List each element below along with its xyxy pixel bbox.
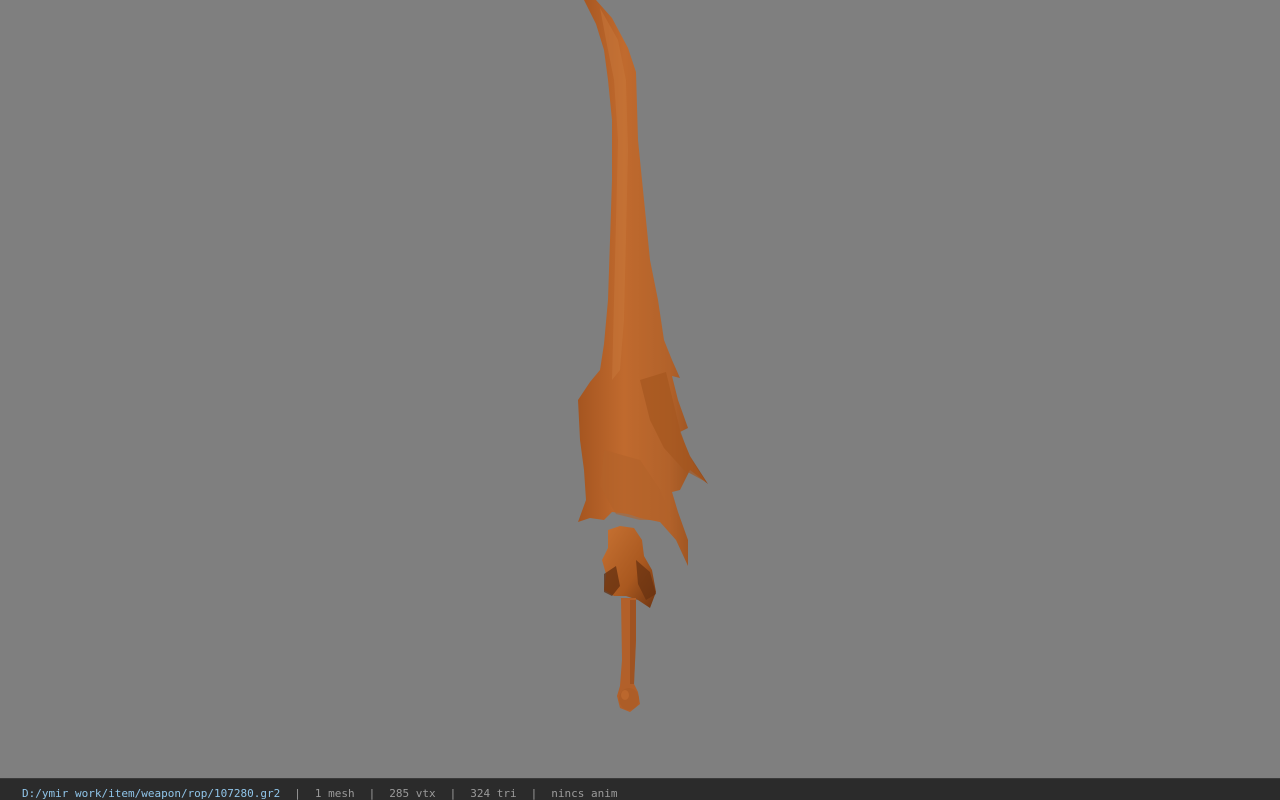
file-path-label: D:/ymir work/item/weapon/rop/107280.gr2 — [22, 786, 281, 800]
3d-viewport[interactable] — [0, 0, 1280, 778]
status-separator: | — [530, 786, 538, 800]
status-separator: | — [368, 786, 376, 800]
status-separator: | — [294, 786, 301, 800]
animation-status-label: nincs anim — [551, 786, 618, 800]
vertex-count-label: 285 vtx — [389, 786, 436, 800]
sword-pommel — [619, 688, 639, 710]
model-viewer-window: D:/ymir work/item/weapon/rop/107280.gr2 … — [0, 0, 1280, 800]
status-separator: | — [449, 786, 457, 800]
triangle-count-label: 324 tri — [470, 786, 517, 800]
sword-model[interactable] — [0, 0, 1280, 778]
mesh-count-label: 1 mesh — [314, 786, 355, 800]
status-bar: D:/ymir work/item/weapon/rop/107280.gr2 … — [0, 778, 1280, 800]
